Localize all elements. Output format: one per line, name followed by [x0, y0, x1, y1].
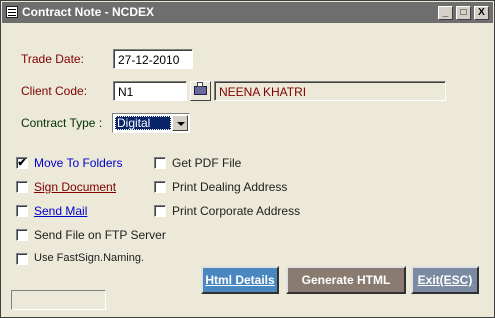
use-fastsign-label: Use FastSign.Naming.	[34, 252, 145, 264]
get-pdf-label: Get PDF File	[172, 156, 242, 170]
status-box	[11, 290, 106, 310]
contract-type-label: Contract Type :	[21, 116, 103, 130]
form-icon	[6, 6, 18, 18]
print-corporate-checkbox[interactable]	[154, 205, 166, 217]
exit-button[interactable]: Exit(ESC)	[411, 266, 479, 294]
client-lookup-button[interactable]	[190, 81, 211, 101]
title-bar[interactable]: Contract Note - NCDEX _ □ X	[2, 2, 493, 23]
get-pdf-checkbox[interactable]	[154, 157, 166, 169]
send-ftp-checkbox[interactable]	[16, 229, 28, 241]
print-dealing-checkbox[interactable]	[154, 181, 166, 193]
client-name-field: NEENA KHATRI	[214, 81, 446, 101]
chevron-down-icon[interactable]	[172, 115, 188, 131]
html-details-button[interactable]: Html Details	[201, 266, 279, 294]
exit-label: Exit(ESC)	[417, 273, 473, 287]
send-mail-checkbox[interactable]	[16, 205, 28, 217]
use-fastsign-checkbox[interactable]	[16, 253, 28, 265]
print-dealing-label: Print Dealing Address	[172, 180, 288, 194]
move-to-folders-label: Move To Folders	[34, 156, 123, 170]
client-code-field[interactable]: N1	[113, 81, 187, 101]
sign-document-link[interactable]: Sign Document	[34, 180, 116, 194]
window-title: Contract Note - NCDEX	[22, 5, 155, 19]
contract-note-window: Contract Note - NCDEX _ □ X Trade Date: …	[0, 0, 495, 318]
generate-html-label: Generate HTML	[301, 273, 391, 287]
send-mail-link[interactable]: Send Mail	[34, 204, 87, 218]
trade-date-label: Trade Date:	[21, 52, 84, 66]
move-to-folders-checkbox[interactable]: ✔	[16, 157, 28, 169]
minimize-button[interactable]: _	[438, 6, 453, 20]
printer-icon	[194, 82, 207, 95]
maximize-button[interactable]: □	[456, 6, 471, 20]
close-button[interactable]: X	[474, 6, 489, 20]
sign-document-checkbox[interactable]	[16, 181, 28, 193]
contract-type-select[interactable]: Digital	[112, 113, 190, 133]
send-ftp-label: Send File on FTP Server	[34, 228, 166, 242]
client-code-label: Client Code:	[21, 84, 88, 98]
generate-html-button[interactable]: Generate HTML	[286, 266, 406, 294]
print-corporate-label: Print Corporate Address	[172, 204, 301, 218]
html-details-label: Html Details	[205, 273, 275, 287]
contract-type-value: Digital	[115, 116, 171, 130]
trade-date-field[interactable]: 27-12-2010	[113, 49, 193, 69]
